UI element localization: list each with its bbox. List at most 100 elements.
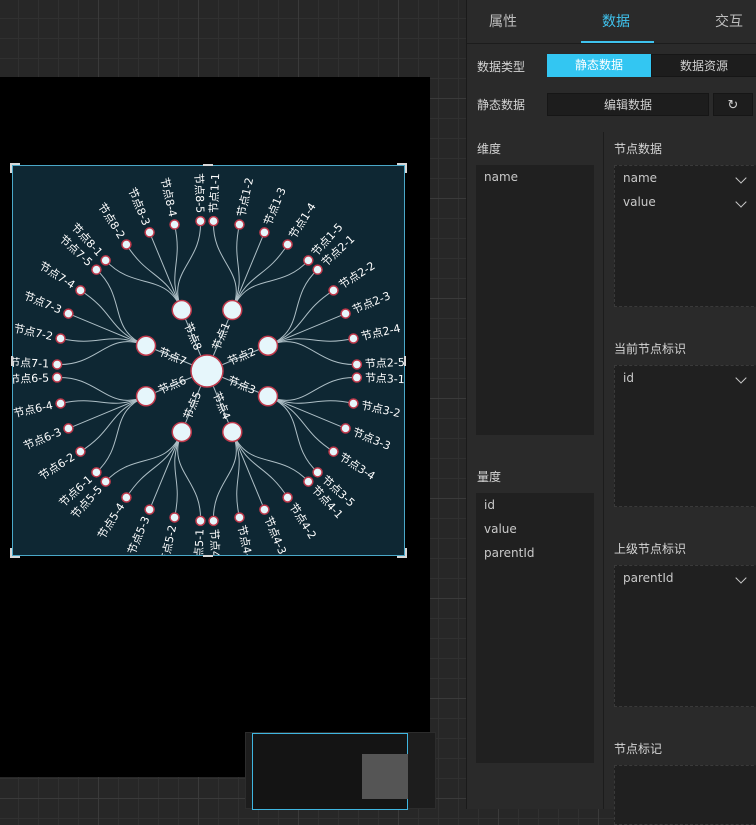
refresh-button[interactable]: ↻ [713,93,753,116]
tree-link [80,289,147,347]
data-type-label: 数据类型 [477,60,526,74]
leaf-node [303,476,314,487]
tab-properties[interactable]: 属性 [489,0,517,43]
branch-node [257,386,279,407]
leaf-node-label: 节点2-3 [350,289,392,316]
leaf-node [282,492,293,503]
tree-link [213,431,237,521]
current-node-id-dropzone[interactable]: id [614,365,756,507]
chevron-down-icon[interactable] [735,172,747,184]
leaf-node-label: 节点8-4 [158,176,179,218]
data-type-static-button[interactable]: 静态数据 [547,54,651,77]
resize-handle-bottom[interactable] [203,555,213,557]
dimension-item[interactable]: name [484,170,518,184]
leaf-node-label: 节点7-3 [22,289,64,316]
tree-link [96,395,147,473]
leaf-node-label: 节点6-4 [13,399,54,420]
node-data-dropzone[interactable]: name value [614,165,756,307]
branch-node-label: 节点1 [210,320,233,352]
tree-link [267,395,334,453]
dimension-list[interactable]: name [476,165,594,435]
leaf-node [195,215,206,227]
radial-tree-chart[interactable]: 节点1-1 节点1-2 节点1-3 节点1-4 节点1-5 节点1 节点2-1 节点2-2 节点… [10,163,407,558]
parent-node-id-dropzone[interactable]: parentId [614,565,756,707]
branch-node-label: 节点6 [156,374,188,397]
node-data-field-name[interactable]: name [623,171,657,185]
tree-link [267,341,357,365]
leaf-node-label: 节点1-2 [235,176,256,218]
leaf-node [259,504,270,515]
tree-link [231,431,309,482]
resize-handle-bottom-right[interactable] [397,548,407,558]
leaf-node-label: 节点4-5 [207,529,222,555]
dimension-title: 维度 [477,142,502,156]
panel-tabs: 属性 数据 交互 [467,0,756,44]
leaf-node-label: 节点6-3 [22,425,64,452]
branch-node [222,299,243,321]
leaf-node-label: 节点4-3 [261,514,288,555]
leaf-node [259,227,270,238]
branch-node [171,299,192,321]
tree-link [125,431,183,498]
leaf-node [144,227,155,238]
tree-link [177,221,201,311]
node-label-dropzone[interactable] [614,765,756,825]
measure-item-value[interactable]: value [484,522,517,536]
leaf-node [91,467,102,478]
current-node-id-field[interactable]: id [623,371,634,385]
leaf-node [51,359,63,370]
leaf-node [328,446,339,457]
leaf-node [63,423,74,434]
measure-item-parentid[interactable]: parentId [484,546,535,560]
leaf-node [100,255,111,266]
leaf-node [55,333,66,344]
leaf-node-label: 节点1-1 [207,173,222,213]
resize-handle-bottom-left[interactable] [10,548,20,558]
leaf-node [340,423,351,434]
chevron-down-icon[interactable] [735,372,747,384]
data-type-resource-button[interactable]: 数据资源 [651,54,756,77]
resize-handle-left[interactable] [11,356,13,366]
tab-data[interactable]: 数据 [602,0,630,43]
tree-nodes [51,215,363,527]
leaf-node [328,285,339,296]
minimap[interactable] [245,732,436,810]
leaf-node-label: 节点1-3 [261,186,288,228]
leaf-node-label: 节点8-2 [95,201,127,242]
leaf-node [348,333,359,344]
measure-title: 量度 [477,470,502,484]
tree-link [267,377,357,401]
leaf-node-label: 节点3-4 [337,450,378,482]
leaf-node [208,215,219,227]
resize-handle-top-left[interactable] [10,163,20,173]
refresh-icon: ↻ [727,98,739,113]
tree-link [267,269,318,347]
parent-node-id-field[interactable]: parentId [623,571,674,585]
tree-link [105,260,183,311]
measure-list[interactable]: id value parentId [476,493,594,763]
tree-link [125,244,183,311]
resize-handle-right[interactable] [404,356,406,366]
leaf-node [234,219,245,230]
leaf-node [351,359,363,370]
leaf-node [195,515,206,527]
resize-handle-top-right[interactable] [397,163,407,173]
chevron-down-icon[interactable] [735,196,747,208]
tree-link [96,269,147,347]
static-data-label: 静态数据 [477,98,526,112]
leaf-node [121,492,132,503]
branch-node [135,386,157,407]
leaf-node [348,398,359,409]
branch-node [171,421,192,443]
node-data-field-value[interactable]: value [623,195,656,209]
leaf-node [75,446,86,457]
resize-handle-top[interactable] [203,164,213,166]
tab-interaction[interactable]: 交互 [715,0,743,43]
tree-link [80,395,147,453]
minimap-viewport[interactable] [252,733,408,810]
leaf-node-label: 节点2-5 [365,356,404,371]
chevron-down-icon[interactable] [735,572,747,584]
edit-data-button[interactable]: 编辑数据 [547,93,709,116]
measure-item-id[interactable]: id [484,498,495,512]
leaf-node-label: 节点7-2 [13,322,54,343]
